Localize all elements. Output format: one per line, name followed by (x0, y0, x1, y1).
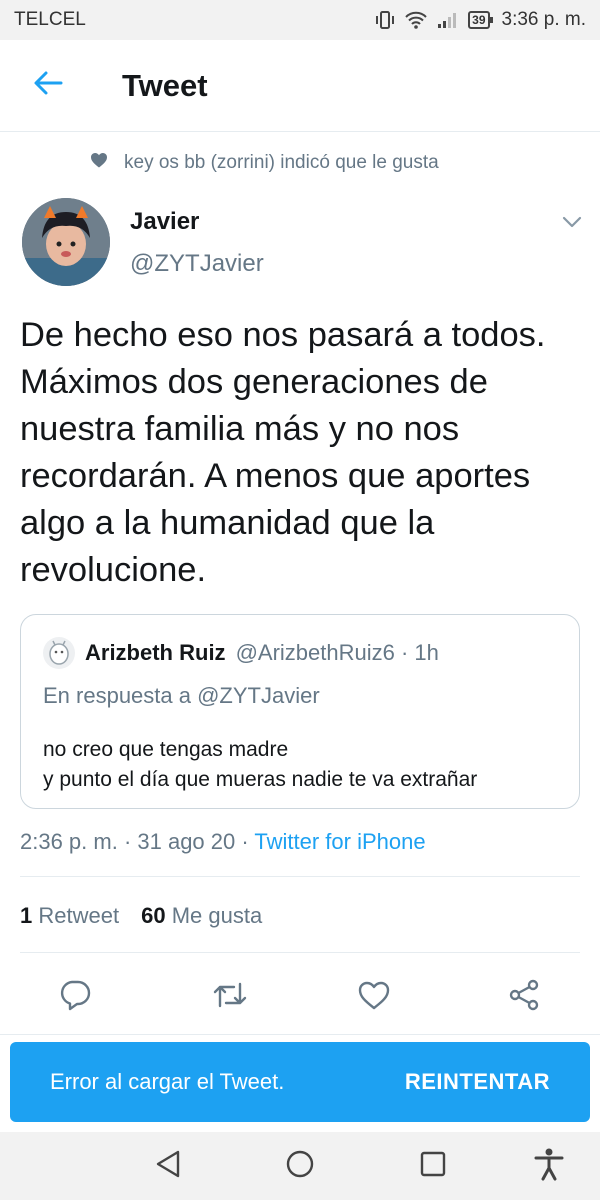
page-title: Tweet (122, 67, 208, 103)
nav-back-button[interactable] (150, 1148, 186, 1184)
likes-stat[interactable]: 60 Me gusta (141, 903, 262, 929)
battery-level: 39 (472, 13, 486, 27)
snackbar-message: Error al cargar el Tweet. (50, 1069, 285, 1094)
heart-filled-icon (90, 152, 108, 174)
tweet-metadata: 2:36 p. m. · 31 ago 20 · Twitter for iPh… (20, 829, 426, 855)
share-button[interactable] (502, 975, 546, 1019)
signal-icon (436, 10, 460, 30)
status-icons: 39 3:36 p. m. (374, 9, 586, 31)
app-header: Tweet (0, 40, 600, 132)
square-recents-icon (419, 1150, 447, 1183)
clock: 3:36 p. m. (501, 9, 587, 30)
tweet-stats: 1 Retweet 60 Me gusta (20, 903, 262, 929)
social-context[interactable]: key os bb (zorrini) indicó que le gusta (90, 152, 439, 174)
circle-home-icon (285, 1149, 315, 1184)
quoted-tweet-text: no creo que tengas madre y punto el día … (43, 738, 478, 791)
quoted-reply-context: En respuesta a @ZYTJavier (43, 683, 320, 708)
retweet-button[interactable] (208, 975, 252, 1019)
accessibility-button[interactable] (531, 1148, 567, 1184)
accessibility-icon (533, 1147, 565, 1186)
author-avatar[interactable] (22, 198, 110, 286)
quoted-tweet-card[interactable]: Arizbeth Ruiz @ArizbethRuiz6 · 1h En res… (20, 614, 580, 809)
tweet-source-link[interactable]: Twitter for iPhone (254, 829, 425, 854)
likes-label: Me gusta (171, 903, 263, 928)
divider (20, 876, 580, 877)
chevron-down-icon (562, 215, 582, 233)
heart-icon (357, 980, 391, 1015)
wifi-icon (404, 10, 428, 30)
retweet-icon (212, 980, 248, 1015)
quoted-tweet-header: Arizbeth Ruiz @ArizbethRuiz6 · 1h (43, 637, 439, 669)
tweet-datetime: 2:36 p. m. · 31 ago 20 · (20, 829, 255, 854)
author-name[interactable]: Javier (130, 208, 199, 236)
reply-button[interactable] (53, 975, 97, 1019)
divider (20, 952, 580, 953)
retry-button[interactable]: REINTENTAR (405, 1069, 550, 1095)
back-button[interactable] (0, 40, 95, 132)
quoted-author-handle-time: @ArizbethRuiz6 · 1h (235, 640, 439, 665)
share-icon (507, 979, 541, 1016)
arrow-left-icon (33, 70, 63, 101)
triangle-back-icon (154, 1149, 182, 1184)
tweet-actions (0, 975, 600, 1020)
social-context-text: key os bb (zorrini) indicó que le gusta (124, 152, 439, 173)
retweets-label: Retweet (38, 903, 120, 928)
tweet-text: De hecho eso nos pasará a todos. Máximos… (20, 316, 546, 589)
tweet-options-button[interactable] (558, 210, 586, 238)
status-bar: TELCEL 39 3:36 p. m. (0, 0, 600, 40)
carrier-label: TELCEL (14, 9, 86, 30)
error-snackbar: Error al cargar el Tweet. REINTENTAR (10, 1042, 590, 1122)
system-navigation-bar (0, 1132, 600, 1200)
reply-icon (58, 979, 92, 1016)
vibrate-icon (374, 10, 396, 30)
divider (0, 1034, 600, 1035)
battery-icon: 39 (468, 11, 493, 29)
retweets-stat[interactable]: 1 Retweet (20, 903, 119, 929)
nav-recents-button[interactable] (415, 1148, 451, 1184)
likes-count: 60 (141, 903, 166, 928)
nav-home-button[interactable] (282, 1148, 318, 1184)
quoted-author-avatar (43, 637, 75, 669)
like-button[interactable] (352, 975, 396, 1019)
author-handle[interactable]: @ZYTJavier (130, 250, 264, 278)
retweets-count: 1 (20, 903, 33, 928)
quoted-author-name: Arizbeth Ruiz (85, 640, 226, 665)
